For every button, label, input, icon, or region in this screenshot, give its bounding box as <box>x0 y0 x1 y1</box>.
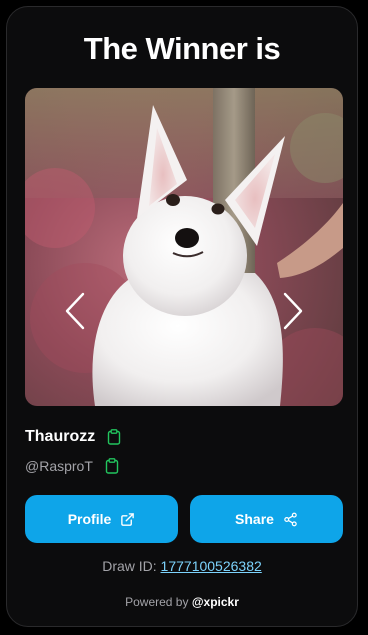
external-link-icon <box>121 512 135 526</box>
share-button[interactable]: Share <box>190 495 343 543</box>
page-title: The Winner is <box>83 31 281 66</box>
winner-handle-row: @RasproT <box>25 456 119 476</box>
draw-id-link[interactable]: 1777100526382 <box>161 558 262 574</box>
share-icon <box>284 512 297 526</box>
clipboard-icon[interactable] <box>107 429 121 445</box>
profile-button[interactable]: Profile <box>25 495 178 543</box>
draw-id-line: Draw ID: 1777100526382 <box>7 558 357 574</box>
share-button-label: Share <box>235 511 274 527</box>
profile-button-label: Profile <box>67 511 112 527</box>
draw-id-label: Draw ID: <box>102 558 157 574</box>
winner-photo <box>25 88 343 406</box>
powered-by-label: Powered by <box>125 595 189 609</box>
powered-by-footer: Powered by @xpickr <box>7 595 357 609</box>
chevron-left-icon[interactable] <box>63 291 87 331</box>
winner-name-row: Thaurozz <box>25 427 121 447</box>
chevron-right-icon[interactable] <box>281 291 305 331</box>
winner-name: Thaurozz <box>25 428 96 445</box>
clipboard-icon[interactable] <box>105 458 119 474</box>
brand-link[interactable]: @xpickr <box>192 595 239 609</box>
winner-handle: @RasproT <box>25 458 93 474</box>
winner-card: The Winner is Thaurozz @RasproT Profile … <box>6 6 358 627</box>
